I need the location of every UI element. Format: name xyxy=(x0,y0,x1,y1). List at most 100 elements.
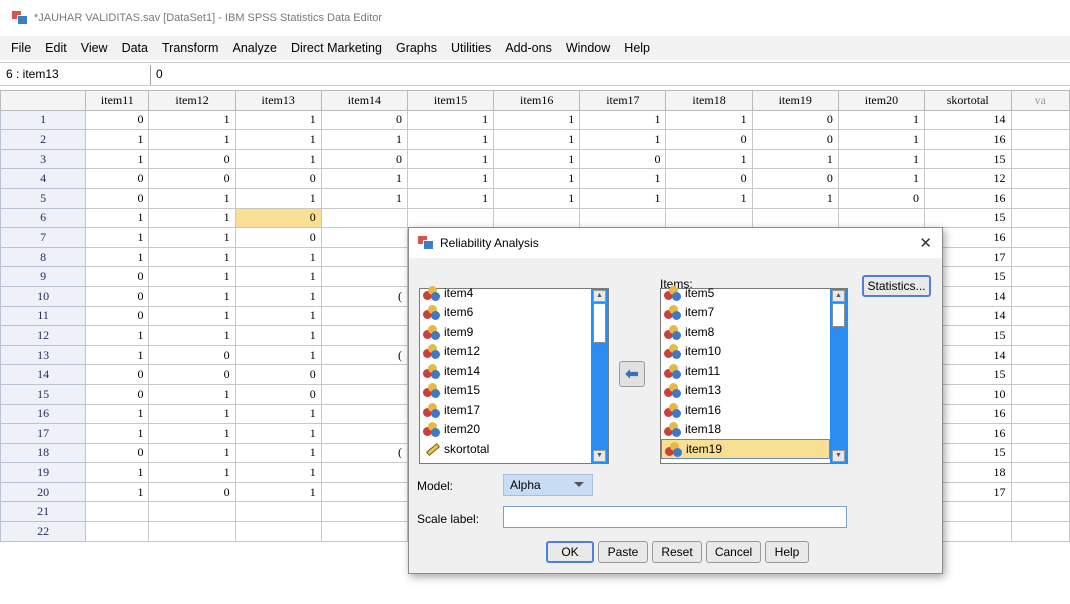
row-header[interactable]: 4 xyxy=(0,168,87,189)
data-cell[interactable] xyxy=(1010,403,1070,425)
column-header[interactable]: item11 xyxy=(85,90,150,111)
row-header[interactable]: 1 xyxy=(0,109,87,131)
data-cell[interactable]: 1 xyxy=(579,109,667,131)
data-cell[interactable] xyxy=(1010,148,1070,170)
data-cell[interactable] xyxy=(1010,129,1070,150)
row-header[interactable]: 17 xyxy=(0,423,87,444)
data-cell[interactable] xyxy=(85,521,150,542)
paste-button[interactable]: Paste xyxy=(598,541,648,563)
data-cell[interactable]: 1 xyxy=(234,442,322,464)
menu-graphs[interactable]: Graphs xyxy=(389,41,444,55)
data-cell[interactable]: 1 xyxy=(148,383,236,405)
menu-help[interactable]: Help xyxy=(617,41,657,55)
data-cell[interactable] xyxy=(234,501,322,523)
data-cell[interactable]: 0 xyxy=(665,129,753,150)
list-item[interactable]: item8 xyxy=(661,322,830,342)
data-cell[interactable] xyxy=(1010,364,1070,385)
data-cell[interactable] xyxy=(1010,442,1070,464)
data-cell[interactable]: 1 xyxy=(85,227,150,248)
data-cell[interactable]: 1 xyxy=(579,129,667,150)
data-cell[interactable]: 1 xyxy=(234,129,322,150)
cell-value-input[interactable]: 0 xyxy=(156,67,163,81)
list-item[interactable]: item17 xyxy=(420,400,591,420)
data-cell[interactable]: ( xyxy=(320,344,408,366)
close-icon[interactable]: ✕ xyxy=(919,234,932,252)
data-cell[interactable]: 1 xyxy=(234,109,322,131)
data-cell[interactable]: 0 xyxy=(85,383,150,405)
data-cell[interactable]: 0 xyxy=(665,168,753,189)
menu-view[interactable]: View xyxy=(74,41,115,55)
data-cell[interactable]: 0 xyxy=(85,109,150,131)
data-cell[interactable]: 1 xyxy=(493,109,581,131)
data-cell[interactable]: 0 xyxy=(234,207,322,229)
data-cell[interactable]: 1 xyxy=(148,462,236,483)
data-cell[interactable] xyxy=(320,325,408,346)
data-cell[interactable]: 1 xyxy=(85,462,150,483)
data-cell[interactable]: ( xyxy=(320,285,408,307)
data-cell[interactable] xyxy=(320,481,408,503)
row-header[interactable]: 16 xyxy=(0,403,87,425)
scroll-up-icon[interactable]: ▲ xyxy=(832,290,845,302)
row-header[interactable]: 9 xyxy=(0,266,87,287)
column-header[interactable]: item17 xyxy=(579,90,667,111)
data-cell[interactable]: 1 xyxy=(85,129,150,150)
row-header[interactable]: 12 xyxy=(0,325,87,346)
list-item[interactable]: item7 xyxy=(661,303,830,323)
menu-add-ons[interactable]: Add-ons xyxy=(498,41,559,55)
list-item[interactable]: item19 xyxy=(661,439,830,459)
data-cell[interactable]: 1 xyxy=(85,207,150,229)
data-cell[interactable]: 1 xyxy=(837,168,925,189)
data-cell[interactable] xyxy=(1010,285,1070,307)
data-cell[interactable] xyxy=(1010,383,1070,405)
data-cell[interactable]: 0 xyxy=(320,148,408,170)
data-cell[interactable] xyxy=(1010,521,1070,542)
data-cell[interactable]: 1 xyxy=(148,442,236,464)
data-cell[interactable]: 1 xyxy=(234,246,322,268)
data-cell[interactable] xyxy=(1010,423,1070,444)
row-header[interactable]: 6 xyxy=(0,207,87,229)
data-cell[interactable]: 1 xyxy=(234,423,322,444)
data-cell[interactable]: 0 xyxy=(85,285,150,307)
column-header[interactable]: item15 xyxy=(406,90,495,111)
data-cell[interactable]: 0 xyxy=(148,364,236,385)
row-header[interactable]: 19 xyxy=(0,462,87,483)
data-cell[interactable]: 0 xyxy=(148,344,236,366)
data-cell[interactable]: 1 xyxy=(234,325,322,346)
data-cell[interactable]: 1 xyxy=(234,187,322,209)
data-cell[interactable]: 1 xyxy=(406,148,495,170)
data-cell[interactable]: 1 xyxy=(320,129,408,150)
data-cell[interactable]: 1 xyxy=(148,129,236,150)
data-cell[interactable] xyxy=(1010,109,1070,131)
data-cell[interactable]: 1 xyxy=(493,129,581,150)
corner-cell[interactable] xyxy=(0,90,87,111)
column-header[interactable]: skortotal xyxy=(923,90,1012,111)
list-item[interactable]: item9 xyxy=(420,322,591,342)
data-cell[interactable] xyxy=(579,207,667,229)
list-item[interactable]: item18 xyxy=(661,420,830,440)
data-cell[interactable] xyxy=(148,501,236,523)
data-cell[interactable]: 1 xyxy=(751,187,839,209)
data-cell[interactable] xyxy=(234,521,322,542)
data-cell[interactable]: 0 xyxy=(234,383,322,405)
data-cell[interactable]: 1 xyxy=(665,109,753,131)
help-button[interactable]: Help xyxy=(765,541,809,563)
items-list-scrollbar[interactable]: ▲ ▼ xyxy=(830,289,847,463)
column-header[interactable]: item20 xyxy=(837,90,925,111)
data-cell[interactable] xyxy=(320,423,408,444)
data-cell[interactable]: 1 xyxy=(837,109,925,131)
data-cell[interactable] xyxy=(751,207,839,229)
data-cell[interactable]: 1 xyxy=(665,187,753,209)
data-cell[interactable]: 1 xyxy=(837,148,925,170)
source-list-scrollbar[interactable]: ▲ ▼ xyxy=(591,289,608,463)
data-cell[interactable] xyxy=(837,207,925,229)
row-header[interactable]: 11 xyxy=(0,305,87,327)
list-item[interactable]: item12 xyxy=(420,342,591,362)
data-cell[interactable]: 1 xyxy=(493,148,581,170)
data-cell[interactable]: 1 xyxy=(85,344,150,366)
list-item[interactable]: item20 xyxy=(420,420,591,440)
data-cell[interactable]: 16 xyxy=(923,187,1012,209)
column-header[interactable]: item14 xyxy=(320,90,408,111)
data-cell[interactable]: 1 xyxy=(579,168,667,189)
row-header[interactable]: 21 xyxy=(0,501,87,523)
data-cell[interactable]: 1 xyxy=(148,305,236,327)
